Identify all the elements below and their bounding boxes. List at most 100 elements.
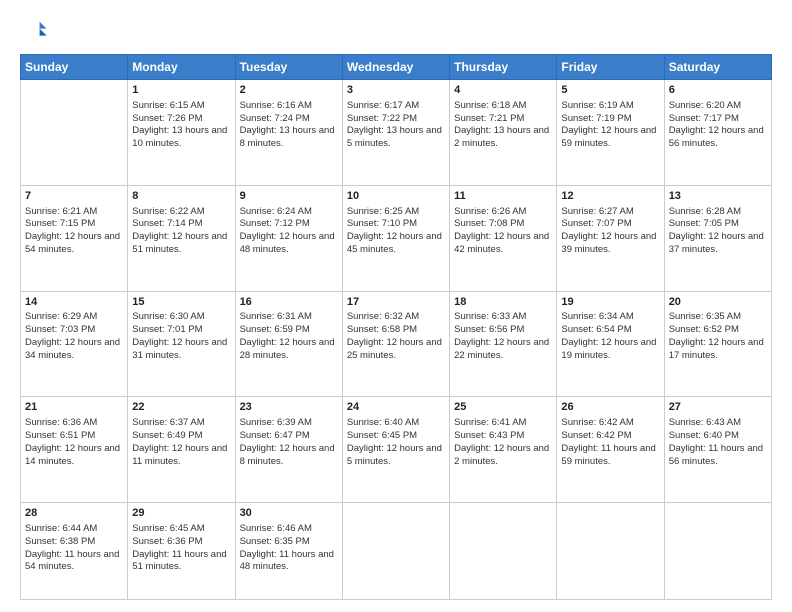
col-tuesday: Tuesday: [235, 55, 342, 80]
sunset-text: Sunset: 6:58 PM: [347, 324, 445, 337]
day-number: 26: [561, 400, 659, 415]
daylight-text: Daylight: 12 hours and 45 minutes.: [347, 231, 445, 257]
table-row: 4Sunrise: 6:18 AMSunset: 7:21 PMDaylight…: [450, 80, 557, 186]
day-number: 9: [240, 189, 338, 204]
table-row: 2Sunrise: 6:16 AMSunset: 7:24 PMDaylight…: [235, 80, 342, 186]
daylight-text: Daylight: 13 hours and 10 minutes.: [132, 125, 230, 151]
col-sunday: Sunday: [21, 55, 128, 80]
sunrise-text: Sunrise: 6:26 AM: [454, 206, 552, 219]
daylight-text: Daylight: 12 hours and 37 minutes.: [669, 231, 767, 257]
table-row: 1Sunrise: 6:15 AMSunset: 7:26 PMDaylight…: [128, 80, 235, 186]
sunrise-text: Sunrise: 6:44 AM: [25, 523, 123, 536]
day-number: 10: [347, 189, 445, 204]
sunset-text: Sunset: 6:40 PM: [669, 430, 767, 443]
sunrise-text: Sunrise: 6:46 AM: [240, 523, 338, 536]
sunrise-text: Sunrise: 6:41 AM: [454, 417, 552, 430]
sunrise-text: Sunrise: 6:37 AM: [132, 417, 230, 430]
daylight-text: Daylight: 11 hours and 51 minutes.: [132, 549, 230, 575]
sunset-text: Sunset: 7:08 PM: [454, 218, 552, 231]
day-number: 8: [132, 189, 230, 204]
table-row: 24Sunrise: 6:40 AMSunset: 6:45 PMDayligh…: [342, 397, 449, 503]
daylight-text: Daylight: 12 hours and 2 minutes.: [454, 443, 552, 469]
sunset-text: Sunset: 7:26 PM: [132, 113, 230, 126]
day-number: 29: [132, 506, 230, 521]
calendar-week-row: 14Sunrise: 6:29 AMSunset: 7:03 PMDayligh…: [21, 291, 772, 397]
sunset-text: Sunset: 7:19 PM: [561, 113, 659, 126]
sunrise-text: Sunrise: 6:25 AM: [347, 206, 445, 219]
sunset-text: Sunset: 6:35 PM: [240, 536, 338, 549]
table-row: 25Sunrise: 6:41 AMSunset: 6:43 PMDayligh…: [450, 397, 557, 503]
sunset-text: Sunset: 6:56 PM: [454, 324, 552, 337]
daylight-text: Daylight: 12 hours and 59 minutes.: [561, 125, 659, 151]
calendar-week-row: 7Sunrise: 6:21 AMSunset: 7:15 PMDaylight…: [21, 185, 772, 291]
table-row: 3Sunrise: 6:17 AMSunset: 7:22 PMDaylight…: [342, 80, 449, 186]
day-number: 15: [132, 295, 230, 310]
table-row: 15Sunrise: 6:30 AMSunset: 7:01 PMDayligh…: [128, 291, 235, 397]
sunrise-text: Sunrise: 6:45 AM: [132, 523, 230, 536]
sunset-text: Sunset: 7:07 PM: [561, 218, 659, 231]
daylight-text: Daylight: 12 hours and 56 minutes.: [669, 125, 767, 151]
table-row: 17Sunrise: 6:32 AMSunset: 6:58 PMDayligh…: [342, 291, 449, 397]
daylight-text: Daylight: 12 hours and 34 minutes.: [25, 337, 123, 363]
table-row: 27Sunrise: 6:43 AMSunset: 6:40 PMDayligh…: [664, 397, 771, 503]
day-number: 27: [669, 400, 767, 415]
daylight-text: Daylight: 12 hours and 39 minutes.: [561, 231, 659, 257]
daylight-text: Daylight: 12 hours and 31 minutes.: [132, 337, 230, 363]
table-row: [21, 80, 128, 186]
col-saturday: Saturday: [664, 55, 771, 80]
daylight-text: Daylight: 11 hours and 48 minutes.: [240, 549, 338, 575]
sunrise-text: Sunrise: 6:22 AM: [132, 206, 230, 219]
sunset-text: Sunset: 6:47 PM: [240, 430, 338, 443]
table-row: [342, 503, 449, 600]
header: [20, 16, 772, 44]
daylight-text: Daylight: 13 hours and 8 minutes.: [240, 125, 338, 151]
sunset-text: Sunset: 6:51 PM: [25, 430, 123, 443]
sunrise-text: Sunrise: 6:34 AM: [561, 311, 659, 324]
sunrise-text: Sunrise: 6:39 AM: [240, 417, 338, 430]
sunrise-text: Sunrise: 6:32 AM: [347, 311, 445, 324]
daylight-text: Daylight: 12 hours and 17 minutes.: [669, 337, 767, 363]
day-number: 12: [561, 189, 659, 204]
sunset-text: Sunset: 7:12 PM: [240, 218, 338, 231]
sunset-text: Sunset: 6:54 PM: [561, 324, 659, 337]
sunset-text: Sunset: 6:43 PM: [454, 430, 552, 443]
daylight-text: Daylight: 12 hours and 14 minutes.: [25, 443, 123, 469]
logo: [20, 16, 52, 44]
day-number: 2: [240, 83, 338, 98]
daylight-text: Daylight: 13 hours and 5 minutes.: [347, 125, 445, 151]
table-row: 8Sunrise: 6:22 AMSunset: 7:14 PMDaylight…: [128, 185, 235, 291]
table-row: 14Sunrise: 6:29 AMSunset: 7:03 PMDayligh…: [21, 291, 128, 397]
page: Sunday Monday Tuesday Wednesday Thursday…: [0, 0, 792, 612]
daylight-text: Daylight: 12 hours and 51 minutes.: [132, 231, 230, 257]
sunrise-text: Sunrise: 6:28 AM: [669, 206, 767, 219]
sunrise-text: Sunrise: 6:31 AM: [240, 311, 338, 324]
table-row: 20Sunrise: 6:35 AMSunset: 6:52 PMDayligh…: [664, 291, 771, 397]
day-number: 14: [25, 295, 123, 310]
sunset-text: Sunset: 7:24 PM: [240, 113, 338, 126]
table-row: 6Sunrise: 6:20 AMSunset: 7:17 PMDaylight…: [664, 80, 771, 186]
table-row: 16Sunrise: 6:31 AMSunset: 6:59 PMDayligh…: [235, 291, 342, 397]
table-row: 29 Sunrise: 6:45 AMSunset: 6:36 PMDayligh…: [128, 503, 235, 600]
daylight-text: Daylight: 11 hours and 56 minutes.: [669, 443, 767, 469]
daylight-text: Daylight: 12 hours and 25 minutes.: [347, 337, 445, 363]
table-row: [450, 503, 557, 600]
day-number: 13: [669, 189, 767, 204]
sunset-text: Sunset: 7:22 PM: [347, 113, 445, 126]
logo-icon: [20, 16, 48, 44]
calendar-header-row: Sunday Monday Tuesday Wednesday Thursday…: [21, 55, 772, 80]
sunrise-text: Sunrise: 6:20 AM: [669, 100, 767, 113]
table-row: 26Sunrise: 6:42 AMSunset: 6:42 PMDayligh…: [557, 397, 664, 503]
sunrise-text: Sunrise: 6:30 AM: [132, 311, 230, 324]
sunset-text: Sunset: 6:36 PM: [132, 536, 230, 549]
sunrise-text: Sunrise: 6:24 AM: [240, 206, 338, 219]
table-row: 11Sunrise: 6:26 AMSunset: 7:08 PMDayligh…: [450, 185, 557, 291]
sunset-text: Sunset: 7:10 PM: [347, 218, 445, 231]
table-row: 28Sunrise: 6:44 AMSunset: 6:38 PMDayligh…: [21, 503, 128, 600]
sunrise-text: Sunrise: 6:35 AM: [669, 311, 767, 324]
table-row: 18Sunrise: 6:33 AMSunset: 6:56 PMDayligh…: [450, 291, 557, 397]
sunset-text: Sunset: 7:01 PM: [132, 324, 230, 337]
calendar-week-row: 21Sunrise: 6:36 AMSunset: 6:51 PMDayligh…: [21, 397, 772, 503]
sunset-text: Sunset: 7:15 PM: [25, 218, 123, 231]
daylight-text: Daylight: 12 hours and 11 minutes.: [132, 443, 230, 469]
day-number: 3: [347, 83, 445, 98]
